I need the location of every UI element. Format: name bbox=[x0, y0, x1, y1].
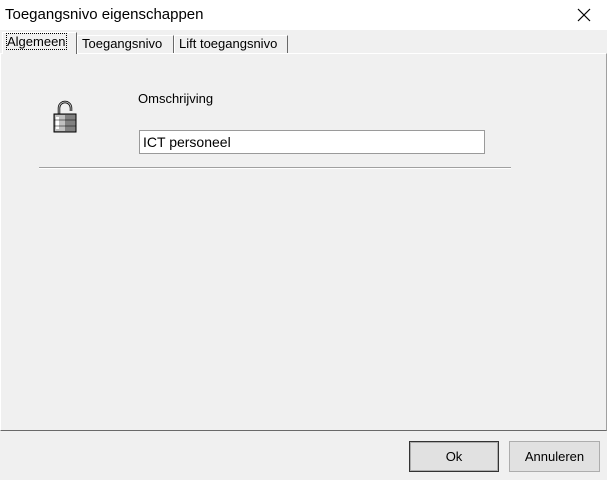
tab-strip: Algemeen Toegangsnivo Lift toegangsnivo bbox=[0, 30, 607, 54]
close-icon bbox=[577, 8, 591, 22]
padlock-icon bbox=[53, 100, 77, 133]
description-input[interactable] bbox=[139, 130, 485, 154]
tab-label: Toegangsnivo bbox=[82, 36, 163, 51]
tab-toegangsnivo[interactable]: Toegangsnivo bbox=[77, 35, 174, 53]
tab-algemeen[interactable]: Algemeen bbox=[2, 32, 77, 54]
close-button[interactable] bbox=[561, 0, 607, 30]
tab-panel-algemeen: Omschrijving bbox=[0, 53, 607, 431]
cancel-button[interactable]: Annuleren bbox=[509, 441, 600, 472]
separator bbox=[39, 167, 511, 169]
title-bar: Toegangsnivo eigenschappen bbox=[0, 0, 607, 30]
tab-lift-toegangsnivo[interactable]: Lift toegangsnivo bbox=[174, 35, 288, 53]
tab-label: Lift toegangsnivo bbox=[179, 36, 278, 51]
window-title: Toegangsnivo eigenschappen bbox=[5, 6, 204, 23]
ok-button[interactable]: Ok bbox=[409, 441, 499, 472]
description-label: Omschrijving bbox=[138, 91, 214, 106]
tab-label: Algemeen bbox=[6, 33, 67, 50]
